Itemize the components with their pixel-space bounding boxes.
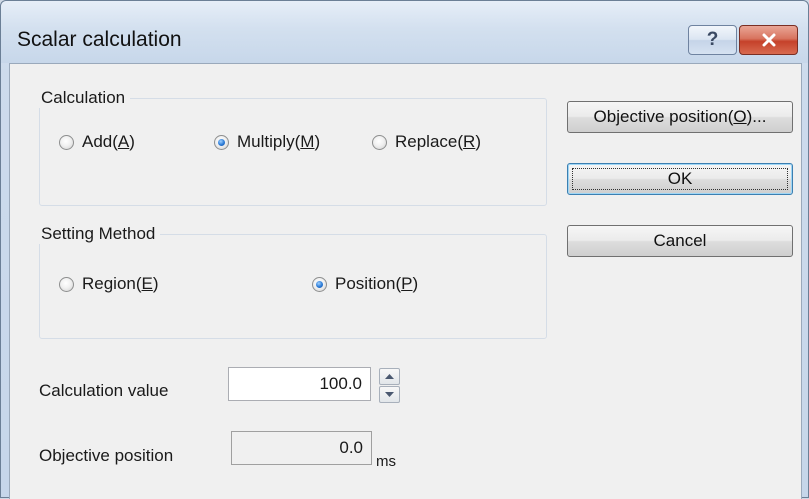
radio-replace[interactable]: Replace(R)	[372, 132, 481, 152]
triangle-up-icon	[385, 374, 394, 379]
radio-replace-indicator[interactable]	[372, 134, 387, 150]
radio-position-indicator[interactable]	[312, 276, 327, 292]
help-button[interactable]: ?	[688, 25, 737, 55]
objective-position-button[interactable]: Objective position(O)...	[567, 101, 793, 133]
calculation-group	[39, 98, 547, 206]
focus-rectangle	[572, 168, 788, 190]
setting-method-legend: Setting Method	[36, 224, 161, 244]
radio-add-label: Add(A)	[82, 132, 135, 151]
dialog-window: Scalar calculation ? Calculation Add(A) …	[0, 0, 809, 499]
cancel-button-label: Cancel	[653, 231, 707, 250]
cancel-button[interactable]: Cancel	[567, 225, 793, 257]
ok-button[interactable]: OK	[567, 163, 793, 195]
radio-region-indicator[interactable]	[59, 276, 74, 292]
objective-position-text: 0.0	[339, 438, 363, 457]
calculation-value-input[interactable]: 100.0	[228, 367, 371, 401]
spin-up-button[interactable]	[379, 368, 400, 385]
dialog-title: Scalar calculation	[17, 28, 182, 51]
radio-position-label: Position(P)	[335, 274, 419, 293]
radio-multiply[interactable]: Multiply(M)	[214, 132, 320, 152]
close-icon	[762, 33, 775, 47]
radio-multiply-indicator[interactable]	[214, 134, 229, 150]
title-bar[interactable]: Scalar calculation ?	[1, 1, 808, 63]
objective-position-label: Objective position	[39, 446, 174, 465]
triangle-down-icon	[385, 392, 394, 397]
radio-region[interactable]: Region(E)	[59, 274, 159, 294]
radio-region-label: Region(E)	[82, 274, 159, 293]
spin-down-button[interactable]	[379, 386, 400, 403]
objective-position-unit: ms	[376, 453, 396, 470]
radio-add-indicator[interactable]	[59, 134, 74, 150]
calculation-legend: Calculation	[36, 88, 131, 108]
calculation-value-text: 100.0	[319, 374, 362, 393]
calculation-value-label: Calculation value	[39, 381, 169, 400]
objective-position-button-label: Objective position(O)...	[593, 107, 767, 126]
radio-position[interactable]: Position(P)	[312, 274, 418, 294]
radio-multiply-label: Multiply(M)	[237, 132, 321, 151]
radio-add[interactable]: Add(A)	[59, 132, 135, 152]
close-button[interactable]	[739, 25, 798, 55]
radio-replace-label: Replace(R)	[395, 132, 481, 151]
dialog-client-area: Calculation Add(A) Multiply(M) Replace(R…	[9, 63, 802, 499]
objective-position-field: 0.0	[231, 431, 372, 465]
help-icon: ?	[706, 29, 719, 50]
